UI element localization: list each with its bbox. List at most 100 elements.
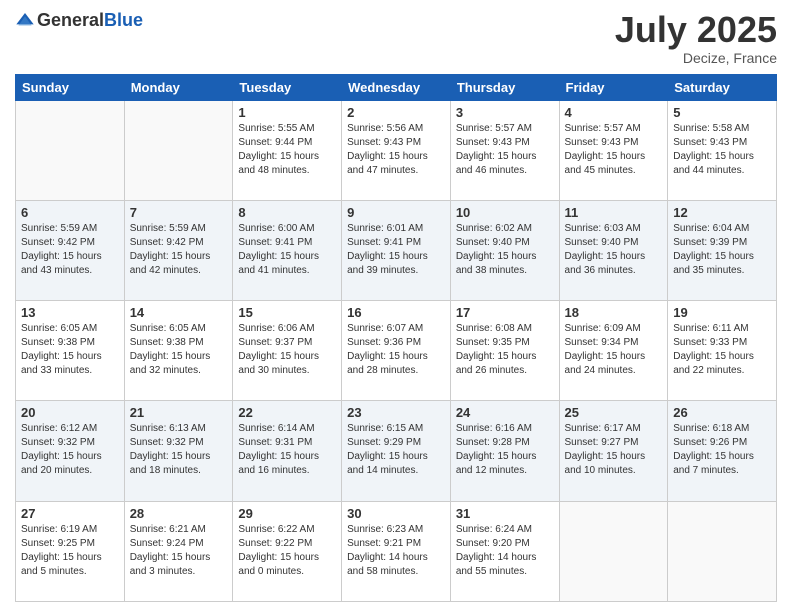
day-number: 6: [21, 205, 119, 220]
cell-info: Sunrise: 6:09 AM Sunset: 9:34 PM Dayligh…: [565, 322, 663, 378]
day-number: 7: [130, 205, 228, 220]
day-number: 28: [130, 506, 228, 521]
day-number: 30: [347, 506, 445, 521]
cell-info: Sunrise: 6:03 AM Sunset: 9:40 PM Dayligh…: [565, 222, 663, 278]
day-number: 31: [456, 506, 554, 521]
calendar-cell: [668, 501, 777, 601]
month-year: July 2025: [615, 10, 777, 50]
day-number: 5: [673, 105, 771, 120]
calendar-week-row: 6 Sunrise: 5:59 AM Sunset: 9:42 PM Daylig…: [16, 200, 777, 300]
calendar-cell: 21 Sunrise: 6:13 AM Sunset: 9:32 PM Dayli…: [124, 401, 233, 501]
calendar-cell: 26 Sunrise: 6:18 AM Sunset: 9:26 PM Dayli…: [668, 401, 777, 501]
cell-info: Sunrise: 6:23 AM Sunset: 9:21 PM Dayligh…: [347, 523, 445, 579]
title-section: July 2025 Decize, France: [615, 10, 777, 66]
cell-info: Sunrise: 6:02 AM Sunset: 9:40 PM Dayligh…: [456, 222, 554, 278]
cell-info: Sunrise: 5:59 AM Sunset: 9:42 PM Dayligh…: [21, 222, 119, 278]
calendar-cell: 3Sunrise: 5:57 AM Sunset: 9:43 PM Daylig…: [450, 100, 559, 200]
calendar-week-row: 13 Sunrise: 6:05 AM Sunset: 9:38 PM Dayli…: [16, 301, 777, 401]
location: Decize, France: [615, 50, 777, 66]
calendar-cell: 28 Sunrise: 6:21 AM Sunset: 9:24 PM Dayli…: [124, 501, 233, 601]
logo-general: General: [37, 10, 104, 30]
calendar-cell: 7 Sunrise: 5:59 AM Sunset: 9:42 PM Daylig…: [124, 200, 233, 300]
day-number: 13: [21, 305, 119, 320]
calendar-cell: 5Sunrise: 5:58 AM Sunset: 9:43 PM Daylig…: [668, 100, 777, 200]
day-number: 2: [347, 105, 445, 120]
day-number: 23: [347, 405, 445, 420]
calendar-cell: 17 Sunrise: 6:08 AM Sunset: 9:35 PM Dayli…: [450, 301, 559, 401]
weekday-header-thursday: Thursday: [450, 74, 559, 100]
calendar-cell: 12 Sunrise: 6:04 AM Sunset: 9:39 PM Dayli…: [668, 200, 777, 300]
day-number: 16: [347, 305, 445, 320]
calendar-cell: 16 Sunrise: 6:07 AM Sunset: 9:36 PM Dayli…: [342, 301, 451, 401]
calendar-table: SundayMondayTuesdayWednesdayThursdayFrid…: [15, 74, 777, 602]
day-number: 11: [565, 205, 663, 220]
day-number: 25: [565, 405, 663, 420]
calendar-cell: 20Sunrise: 6:12 AM Sunset: 9:32 PM Dayli…: [16, 401, 125, 501]
calendar-cell: 1Sunrise: 5:55 AM Sunset: 9:44 PM Daylig…: [233, 100, 342, 200]
calendar-cell: 9 Sunrise: 6:01 AM Sunset: 9:41 PM Daylig…: [342, 200, 451, 300]
logo-blue: Blue: [104, 10, 143, 30]
cell-info: Sunrise: 6:18 AM Sunset: 9:26 PM Dayligh…: [673, 422, 771, 478]
day-number: 26: [673, 405, 771, 420]
cell-info: Sunrise: 6:14 AM Sunset: 9:31 PM Dayligh…: [238, 422, 336, 478]
calendar-cell: 10Sunrise: 6:02 AM Sunset: 9:40 PM Dayli…: [450, 200, 559, 300]
calendar-cell: 18Sunrise: 6:09 AM Sunset: 9:34 PM Dayli…: [559, 301, 668, 401]
cell-info: Sunrise: 5:57 AM Sunset: 9:43 PM Dayligh…: [565, 122, 663, 178]
weekday-header-friday: Friday: [559, 74, 668, 100]
calendar-cell: 23Sunrise: 6:15 AM Sunset: 9:29 PM Dayli…: [342, 401, 451, 501]
day-number: 19: [673, 305, 771, 320]
calendar-cell: 25 Sunrise: 6:17 AM Sunset: 9:27 PM Dayli…: [559, 401, 668, 501]
day-number: 24: [456, 405, 554, 420]
weekday-header-wednesday: Wednesday: [342, 74, 451, 100]
cell-info: Sunrise: 6:24 AM Sunset: 9:20 PM Dayligh…: [456, 523, 554, 579]
day-number: 17: [456, 305, 554, 320]
cell-info: Sunrise: 6:04 AM Sunset: 9:39 PM Dayligh…: [673, 222, 771, 278]
calendar-week-row: 1Sunrise: 5:55 AM Sunset: 9:44 PM Daylig…: [16, 100, 777, 200]
calendar-cell: 8 Sunrise: 6:00 AM Sunset: 9:41 PM Daylig…: [233, 200, 342, 300]
calendar-cell: 11 Sunrise: 6:03 AM Sunset: 9:40 PM Dayli…: [559, 200, 668, 300]
cell-info: Sunrise: 6:05 AM Sunset: 9:38 PM Dayligh…: [130, 322, 228, 378]
cell-info: Sunrise: 6:22 AM Sunset: 9:22 PM Dayligh…: [238, 523, 336, 579]
calendar-cell: 6 Sunrise: 5:59 AM Sunset: 9:42 PM Daylig…: [16, 200, 125, 300]
day-number: 27: [21, 506, 119, 521]
day-number: 3: [456, 105, 554, 120]
calendar-cell: 22 Sunrise: 6:14 AM Sunset: 9:31 PM Dayli…: [233, 401, 342, 501]
calendar-cell: [124, 100, 233, 200]
page: GeneralBlue July 2025 Decize, France Sun…: [0, 0, 792, 612]
cell-info: Sunrise: 6:16 AM Sunset: 9:28 PM Dayligh…: [456, 422, 554, 478]
cell-info: Sunrise: 6:11 AM Sunset: 9:33 PM Dayligh…: [673, 322, 771, 378]
day-number: 12: [673, 205, 771, 220]
cell-info: Sunrise: 6:21 AM Sunset: 9:24 PM Dayligh…: [130, 523, 228, 579]
calendar-cell: [16, 100, 125, 200]
day-number: 4: [565, 105, 663, 120]
cell-info: Sunrise: 5:59 AM Sunset: 9:42 PM Dayligh…: [130, 222, 228, 278]
calendar-cell: 24 Sunrise: 6:16 AM Sunset: 9:28 PM Dayli…: [450, 401, 559, 501]
cell-info: Sunrise: 5:56 AM Sunset: 9:43 PM Dayligh…: [347, 122, 445, 178]
cell-info: Sunrise: 6:00 AM Sunset: 9:41 PM Dayligh…: [238, 222, 336, 278]
cell-info: Sunrise: 6:13 AM Sunset: 9:32 PM Dayligh…: [130, 422, 228, 478]
calendar-cell: [559, 501, 668, 601]
cell-info: Sunrise: 6:05 AM Sunset: 9:38 PM Dayligh…: [21, 322, 119, 378]
cell-info: Sunrise: 6:19 AM Sunset: 9:25 PM Dayligh…: [21, 523, 119, 579]
cell-info: Sunrise: 6:01 AM Sunset: 9:41 PM Dayligh…: [347, 222, 445, 278]
calendar-cell: 31 Sunrise: 6:24 AM Sunset: 9:20 PM Dayli…: [450, 501, 559, 601]
calendar-week-row: 27 Sunrise: 6:19 AM Sunset: 9:25 PM Dayli…: [16, 501, 777, 601]
day-number: 8: [238, 205, 336, 220]
calendar-cell: 4 Sunrise: 5:57 AM Sunset: 9:43 PM Daylig…: [559, 100, 668, 200]
calendar-cell: 27 Sunrise: 6:19 AM Sunset: 9:25 PM Dayli…: [16, 501, 125, 601]
cell-info: Sunrise: 6:06 AM Sunset: 9:37 PM Dayligh…: [238, 322, 336, 378]
cell-info: Sunrise: 6:17 AM Sunset: 9:27 PM Dayligh…: [565, 422, 663, 478]
day-number: 22: [238, 405, 336, 420]
day-number: 9: [347, 205, 445, 220]
day-number: 15: [238, 305, 336, 320]
calendar-week-row: 20Sunrise: 6:12 AM Sunset: 9:32 PM Dayli…: [16, 401, 777, 501]
weekday-header-sunday: Sunday: [16, 74, 125, 100]
day-number: 21: [130, 405, 228, 420]
cell-info: Sunrise: 5:55 AM Sunset: 9:44 PM Dayligh…: [238, 122, 336, 178]
logo-icon: [15, 11, 35, 31]
calendar-cell: 29 Sunrise: 6:22 AM Sunset: 9:22 PM Dayli…: [233, 501, 342, 601]
logo: GeneralBlue: [15, 10, 143, 31]
day-number: 29: [238, 506, 336, 521]
cell-info: Sunrise: 6:07 AM Sunset: 9:36 PM Dayligh…: [347, 322, 445, 378]
cell-info: Sunrise: 6:08 AM Sunset: 9:35 PM Dayligh…: [456, 322, 554, 378]
